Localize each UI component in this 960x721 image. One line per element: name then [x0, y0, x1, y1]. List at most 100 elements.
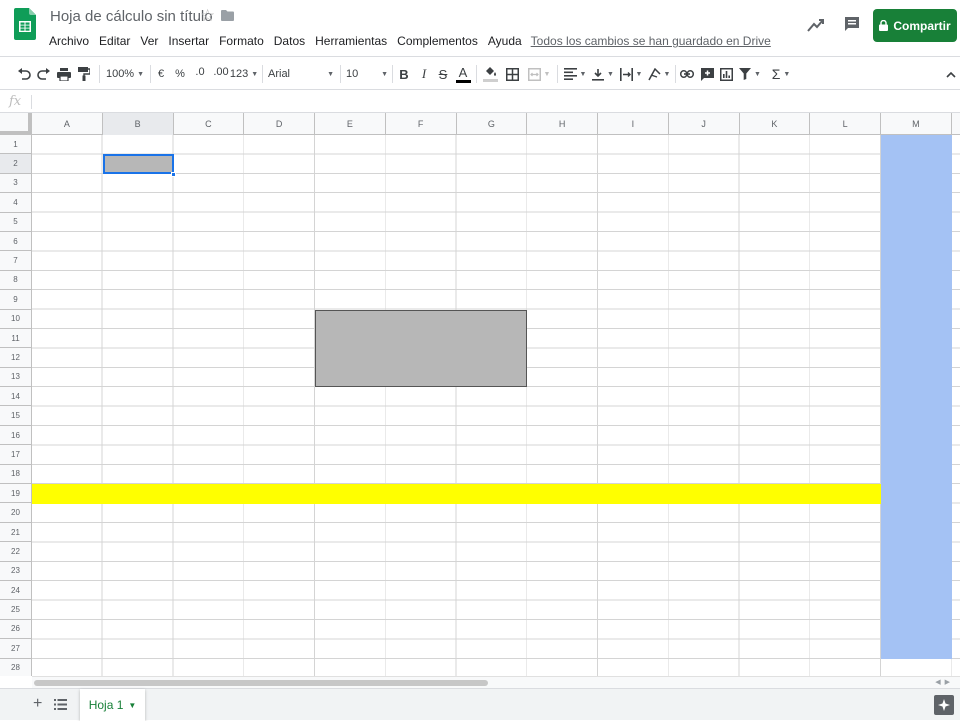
row-header[interactable]: 19: [0, 484, 31, 504]
column-header-b[interactable]: B: [102, 113, 174, 135]
row-header[interactable]: 8: [0, 271, 31, 291]
menu-insertar[interactable]: Insertar: [163, 33, 214, 49]
decrease-decimal-button[interactable]: .0: [192, 63, 208, 85]
column-header-c[interactable]: C: [174, 113, 245, 135]
active-cell-b2[interactable]: [102, 154, 174, 174]
share-button[interactable]: Compartir: [873, 9, 957, 42]
row-header[interactable]: 10: [0, 310, 31, 329]
row-header[interactable]: 1: [0, 135, 31, 155]
text-wrapping-icon[interactable]: ▼: [619, 63, 643, 85]
italic-button[interactable]: I: [417, 63, 431, 85]
column-header-k[interactable]: K: [740, 113, 811, 135]
save-status-link[interactable]: Todos los cambios se han guardado en Dri…: [531, 33, 771, 49]
sheets-logo-icon[interactable]: [14, 8, 36, 40]
font-size-select[interactable]: 10 ▼: [346, 63, 388, 85]
column-header-a[interactable]: A: [32, 113, 103, 135]
percent-button[interactable]: %: [174, 63, 186, 85]
vertical-align-icon[interactable]: ▼: [591, 63, 615, 85]
insert-chart-icon[interactable]: [718, 63, 734, 85]
column-header-j[interactable]: J: [669, 113, 740, 135]
menu-herramientas[interactable]: Herramientas: [310, 33, 392, 49]
activity-trend-icon[interactable]: [806, 16, 826, 34]
borders-icon[interactable]: [504, 63, 520, 85]
star-icon[interactable]: ☆: [200, 6, 215, 26]
row-header[interactable]: 7: [0, 251, 31, 271]
row-header[interactable]: 27: [0, 639, 31, 659]
row-header[interactable]: 15: [0, 406, 31, 426]
row-header[interactable]: 18: [0, 465, 31, 485]
insert-comment-icon[interactable]: [699, 63, 715, 85]
menu-archivo[interactable]: Archivo: [44, 33, 94, 49]
font-family-select[interactable]: Arial ▼: [268, 63, 334, 85]
row-header[interactable]: 16: [0, 426, 31, 446]
menu-formato[interactable]: Formato: [214, 33, 269, 49]
column-header-d[interactable]: D: [244, 113, 315, 135]
all-sheets-icon[interactable]: [54, 698, 67, 711]
comment-icon[interactable]: [842, 14, 862, 34]
row-header[interactable]: 6: [0, 232, 31, 252]
column-header-i[interactable]: I: [598, 113, 669, 135]
column-header-m[interactable]: M: [881, 113, 952, 135]
horizontal-align-icon[interactable]: ▼: [563, 63, 587, 85]
row-header[interactable]: 9: [0, 290, 31, 310]
gray-range-e10-g13[interactable]: [315, 309, 528, 388]
row-header[interactable]: 21: [0, 523, 31, 543]
row-header[interactable]: 5: [0, 213, 31, 232]
strikethrough-button[interactable]: S: [436, 63, 450, 85]
increase-decimal-button[interactable]: .00: [212, 63, 230, 85]
column-header-f[interactable]: F: [386, 113, 457, 135]
row-header[interactable]: 11: [0, 329, 31, 349]
row-header[interactable]: 4: [0, 193, 31, 213]
filter-icon[interactable]: ▼: [738, 63, 762, 85]
row-header[interactable]: 12: [0, 348, 31, 368]
cell-area[interactable]: [32, 135, 960, 676]
column-header-h[interactable]: H: [527, 113, 598, 135]
column-header-l[interactable]: L: [810, 113, 881, 135]
row-header[interactable]: 20: [0, 503, 31, 523]
folder-icon[interactable]: [221, 10, 234, 21]
row-header[interactable]: 26: [0, 620, 31, 640]
row-header[interactable]: 23: [0, 562, 31, 581]
explore-button[interactable]: [934, 695, 954, 715]
row-header[interactable]: 13: [0, 368, 31, 388]
document-title[interactable]: Hoja de cálculo sin título: [50, 8, 213, 25]
fill-handle[interactable]: [171, 171, 176, 177]
insert-link-icon[interactable]: [679, 63, 695, 85]
collapse-menus-icon[interactable]: [944, 63, 958, 85]
sheet-menu-caret-icon[interactable]: ▼: [128, 701, 136, 710]
row-header[interactable]: 2: [0, 154, 31, 174]
bold-button[interactable]: B: [397, 63, 411, 85]
row-header[interactable]: 24: [0, 581, 31, 601]
row-header[interactable]: 25: [0, 600, 31, 620]
text-rotation-icon[interactable]: ▼: [647, 63, 671, 85]
scroll-arrow-icons[interactable]: ◀▶: [935, 678, 954, 686]
fill-color-button[interactable]: [482, 63, 499, 85]
row-header[interactable]: 17: [0, 445, 31, 465]
menu-editar[interactable]: Editar: [94, 33, 135, 49]
row-header[interactable]: 28: [0, 659, 31, 676]
formula-bar[interactable]: fx: [0, 91, 960, 113]
column-header-e[interactable]: E: [315, 113, 386, 135]
text-color-button[interactable]: A: [455, 63, 471, 85]
add-sheet-icon[interactable]: +: [33, 696, 42, 712]
print-icon[interactable]: [56, 63, 72, 85]
menu-ayuda[interactable]: Ayuda: [483, 33, 527, 49]
currency-button[interactable]: €: [155, 63, 167, 85]
menu-datos[interactable]: Datos: [269, 33, 310, 49]
redo-icon[interactable]: [36, 63, 52, 85]
scrollbar-thumb[interactable]: [34, 680, 488, 686]
select-all-corner[interactable]: [0, 113, 32, 135]
sheet-tab-active[interactable]: Hoja 1 ▼: [80, 689, 145, 721]
menu-ver[interactable]: Ver: [135, 33, 163, 49]
column-m-blue-fill[interactable]: [881, 135, 952, 659]
zoom-select[interactable]: 100% ▼: [104, 63, 146, 85]
functions-button[interactable]: Σ ▼: [769, 63, 793, 85]
menu-complementos[interactable]: Complementos: [392, 33, 483, 49]
row-19-yellow-fill[interactable]: [32, 484, 881, 504]
paint-format-icon[interactable]: [76, 63, 92, 85]
row-header[interactable]: 14: [0, 387, 31, 407]
horizontal-scrollbar[interactable]: ◀▶: [32, 676, 960, 688]
row-header[interactable]: 22: [0, 542, 31, 562]
column-header-g[interactable]: G: [457, 113, 528, 135]
undo-icon[interactable]: [16, 63, 32, 85]
